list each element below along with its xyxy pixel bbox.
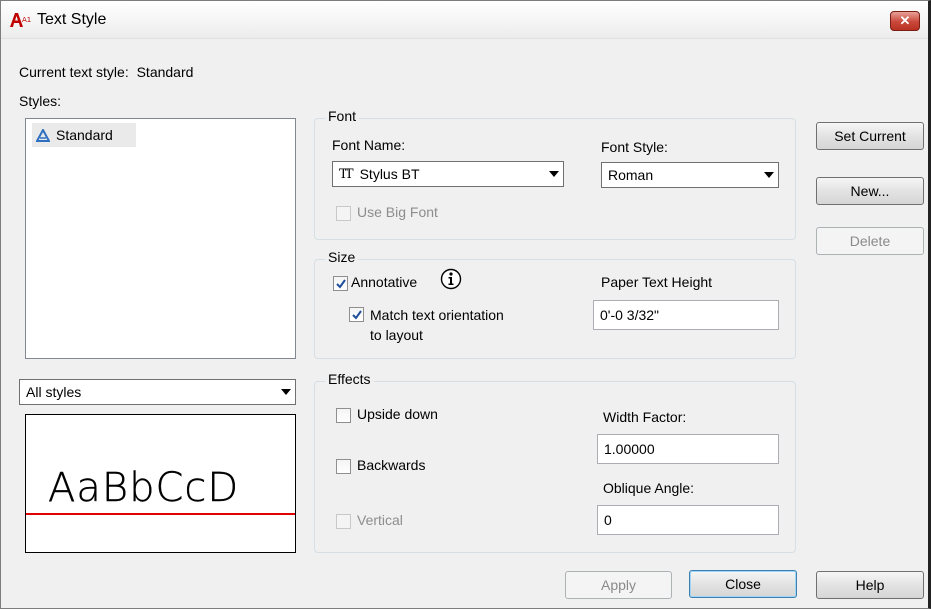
style-preview: AaBbCcD: [25, 414, 296, 553]
font-group-label: Font: [325, 108, 360, 124]
font-style-label: Font Style:: [601, 139, 668, 155]
info-icon[interactable]: [439, 267, 463, 291]
upside-down-label: Upside down: [357, 406, 438, 422]
chevron-down-icon: [277, 380, 295, 404]
truetype-font-icon: TT: [339, 166, 353, 182]
use-big-font-label: Use Big Font: [357, 204, 438, 220]
styles-label: Styles:: [19, 93, 62, 109]
vertical-label: Vertical: [357, 512, 403, 528]
size-group-label: Size: [325, 249, 359, 265]
current-style-label: Current text style:: [19, 64, 129, 80]
current-style-value: Standard: [136, 64, 194, 80]
style-item-label: Standard: [56, 127, 113, 143]
oblique-angle-input[interactable]: 0: [597, 505, 779, 535]
help-button[interactable]: Help: [816, 571, 924, 599]
annotative-label: Annotative: [351, 274, 418, 290]
annotative-checkbox[interactable]: [333, 276, 348, 291]
backwards-checkbox[interactable]: [336, 459, 351, 474]
styles-filter-dropdown[interactable]: All styles: [19, 379, 296, 405]
preview-sample-text: AaBbCcD: [48, 465, 240, 511]
paper-text-height-input[interactable]: 0'-0 3/32": [593, 300, 779, 330]
new-style-button[interactable]: New...: [816, 177, 924, 205]
width-factor-label: Width Factor:: [603, 409, 687, 425]
title-bar[interactable]: A10 Text Style ✕: [1, 1, 928, 39]
match-orientation-line1: Match text orientation: [370, 307, 504, 323]
style-item-standard[interactable]: Standard: [32, 123, 136, 147]
close-icon: ✕: [899, 13, 911, 28]
app-icon-label: A10: [22, 16, 31, 24]
checkmark-icon: [352, 310, 362, 320]
styles-list[interactable]: Standard: [25, 118, 296, 359]
window-close-button[interactable]: ✕: [890, 11, 920, 31]
set-current-button[interactable]: Set Current: [816, 122, 924, 150]
oblique-angle-label: Oblique Angle:: [603, 480, 695, 496]
text-style-dialog: A10 Text Style ✕ Current text style: Sta…: [0, 0, 931, 609]
font-style-dropdown[interactable]: Roman: [601, 162, 779, 188]
chevron-down-icon: [545, 162, 563, 186]
apply-button[interactable]: Apply: [565, 571, 672, 599]
upside-down-checkbox[interactable]: [336, 408, 351, 423]
chevron-down-icon: [760, 163, 778, 187]
paper-text-height-label: Paper Text Height: [601, 274, 713, 290]
checkmark-icon: [336, 279, 346, 289]
annotative-style-icon: [36, 128, 50, 142]
font-style-value: Roman: [608, 167, 654, 183]
font-name-label: Font Name:: [332, 137, 406, 153]
width-factor-input[interactable]: 1.00000: [597, 434, 779, 464]
current-style-row: Current text style: Standard: [19, 64, 193, 80]
font-name-value: Stylus BT: [359, 166, 420, 182]
match-orientation-checkbox[interactable]: [349, 307, 364, 322]
window-title: Text Style: [37, 11, 107, 28]
delete-style-button[interactable]: Delete: [816, 227, 924, 255]
match-orientation-line2: to layout: [370, 327, 423, 343]
styles-filter-value: All styles: [26, 384, 82, 400]
font-name-dropdown[interactable]: TT Stylus BT: [332, 161, 564, 187]
autocad-app-icon: A10: [10, 13, 31, 27]
backwards-label: Backwards: [357, 457, 426, 473]
use-big-font-checkbox[interactable]: [336, 206, 351, 221]
effects-group-label: Effects: [325, 371, 374, 387]
preview-baseline: [26, 513, 295, 515]
close-button[interactable]: Close: [689, 570, 797, 598]
vertical-checkbox[interactable]: [336, 514, 351, 529]
match-orientation-label: Match text orientation to layout: [370, 305, 504, 345]
